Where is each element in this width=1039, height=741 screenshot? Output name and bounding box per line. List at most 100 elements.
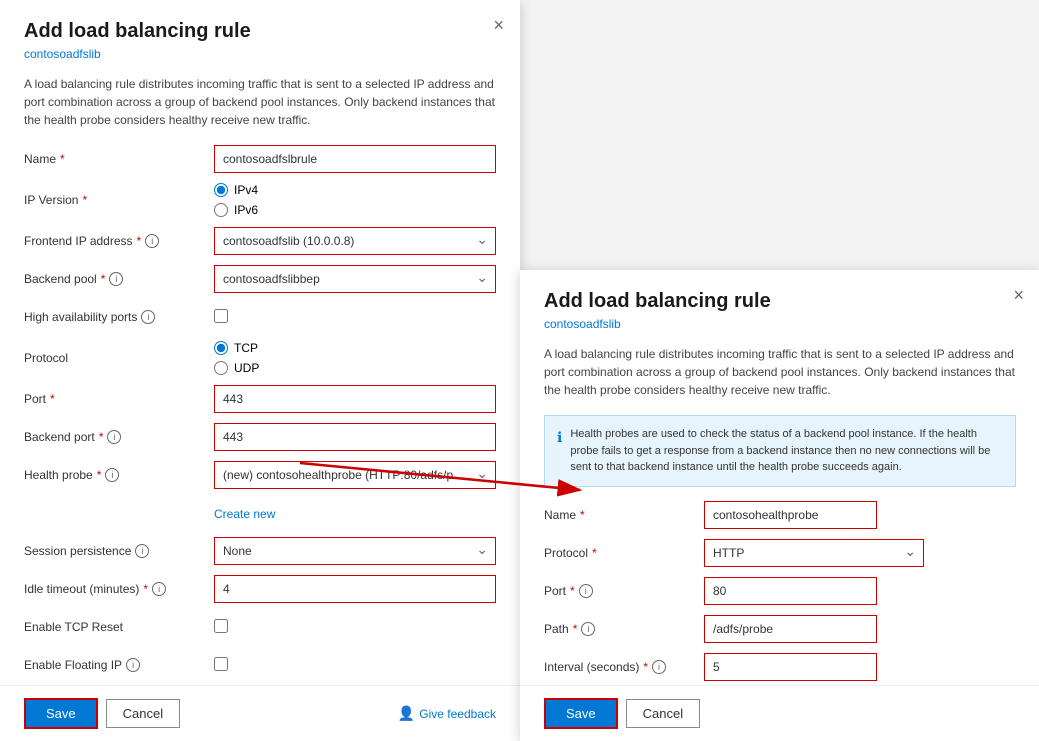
feedback-link[interactable]: 👤 Give feedback: [398, 705, 496, 722]
session-persistence-control: None: [214, 537, 496, 565]
backend-pool-select[interactable]: contosoadfslibbep: [214, 265, 496, 293]
frontend-ip-info-icon[interactable]: i: [145, 234, 159, 248]
right-interval-label: Interval (seconds) * i: [544, 660, 704, 674]
idle-timeout-info-icon[interactable]: i: [152, 582, 166, 596]
right-name-label: Name *: [544, 508, 704, 522]
backend-pool-row: Backend pool * i contosoadfslibbep: [24, 265, 496, 293]
create-new-row: Create new: [24, 499, 496, 527]
right-panel-close-button[interactable]: ×: [1013, 286, 1024, 304]
right-protocol-label: Protocol *: [544, 546, 704, 560]
health-probe-label: Health probe * i: [24, 468, 214, 482]
session-persistence-info-icon[interactable]: i: [135, 544, 149, 558]
frontend-ip-label: Frontend IP address * i: [24, 234, 214, 248]
right-path-info-icon[interactable]: i: [581, 622, 595, 636]
left-cancel-button[interactable]: Cancel: [106, 699, 180, 728]
right-panel-subtitle: contosoadfslib: [544, 317, 1016, 331]
info-box-icon: ℹ: [557, 427, 562, 476]
tcp-reset-label: Enable TCP Reset: [24, 620, 214, 634]
tcp-option[interactable]: TCP: [214, 341, 496, 355]
tcp-radio[interactable]: [214, 341, 228, 355]
ipv4-radio[interactable]: [214, 183, 228, 197]
floating-ip-row: Enable Floating IP i: [24, 651, 496, 679]
right-cancel-button[interactable]: Cancel: [626, 699, 700, 728]
right-port-label: Port * i: [544, 584, 704, 598]
ipv4-option[interactable]: IPv4: [214, 183, 496, 197]
backend-port-info-icon[interactable]: i: [107, 430, 121, 444]
health-probe-select-wrapper: (new) contosohealthprobe (HTTP:80/adfs/p…: [214, 461, 496, 489]
frontend-ip-control: contosoadfslib (10.0.0.8): [214, 227, 496, 255]
backend-port-control: [214, 423, 496, 451]
idle-timeout-input[interactable]: [214, 575, 496, 603]
ip-version-row: IP Version * IPv4 IPv6: [24, 183, 496, 217]
right-panel: × Add load balancing rule contosoadfslib…: [520, 270, 1039, 741]
create-new-button[interactable]: Create new: [214, 507, 275, 521]
right-path-control: [704, 615, 877, 643]
right-interval-input[interactable]: [704, 653, 877, 681]
tcp-reset-control: [214, 619, 496, 636]
idle-timeout-control: [214, 575, 496, 603]
high-avail-label: High availability ports i: [24, 310, 214, 324]
name-label: Name *: [24, 152, 214, 166]
floating-ip-info-icon[interactable]: i: [126, 658, 140, 672]
right-port-info-icon[interactable]: i: [579, 584, 593, 598]
high-avail-checkbox[interactable]: [214, 309, 228, 323]
tcp-label: TCP: [234, 341, 258, 355]
left-panel-title: Add load balancing rule: [24, 20, 496, 43]
tcp-reset-checkbox[interactable]: [214, 619, 228, 633]
backend-port-label: Backend port * i: [24, 430, 214, 444]
protocol-label: Protocol: [24, 351, 214, 365]
high-avail-control: [214, 309, 496, 326]
right-protocol-select-wrapper: HTTP: [704, 539, 924, 567]
left-panel: × Add load balancing rule contosoadfslib…: [0, 0, 520, 741]
health-probe-select[interactable]: (new) contosohealthprobe (HTTP:80/adfs/p…: [214, 461, 496, 489]
session-persistence-row: Session persistence i None: [24, 537, 496, 565]
name-input[interactable]: [214, 145, 496, 173]
left-save-button[interactable]: Save: [24, 698, 98, 729]
info-box: ℹ Health probes are used to check the st…: [544, 415, 1016, 487]
ipv6-label: IPv6: [234, 203, 258, 217]
left-panel-close-button[interactable]: ×: [493, 16, 504, 34]
right-name-input[interactable]: [704, 501, 877, 529]
high-avail-row: High availability ports i: [24, 303, 496, 331]
ip-version-control: IPv4 IPv6: [214, 183, 496, 217]
floating-ip-label: Enable Floating IP i: [24, 658, 214, 672]
right-path-input[interactable]: [704, 615, 877, 643]
right-protocol-control: HTTP: [704, 539, 924, 567]
protocol-row: Protocol TCP UDP: [24, 341, 496, 375]
left-panel-description: A load balancing rule distributes incomi…: [24, 75, 496, 129]
udp-option[interactable]: UDP: [214, 361, 496, 375]
session-persistence-select[interactable]: None: [214, 537, 496, 565]
right-path-label: Path * i: [544, 622, 704, 636]
frontend-ip-select-wrapper: contosoadfslib (10.0.0.8): [214, 227, 496, 255]
floating-ip-checkbox[interactable]: [214, 657, 228, 671]
port-input[interactable]: [214, 385, 496, 413]
frontend-ip-row: Frontend IP address * i contosoadfslib (…: [24, 227, 496, 255]
name-control: [214, 145, 496, 173]
ipv6-radio[interactable]: [214, 203, 228, 217]
left-panel-footer: Save Cancel 👤 Give feedback: [0, 685, 520, 741]
right-port-control: [704, 577, 877, 605]
protocol-control: TCP UDP: [214, 341, 496, 375]
info-box-text: Health probes are used to check the stat…: [570, 426, 1003, 476]
port-row: Port *: [24, 385, 496, 413]
right-interval-control: [704, 653, 877, 681]
backend-pool-info-icon[interactable]: i: [109, 272, 123, 286]
ipv4-label: IPv4: [234, 183, 258, 197]
right-interval-info-icon[interactable]: i: [652, 660, 666, 674]
backend-port-input[interactable]: [214, 423, 496, 451]
right-save-button[interactable]: Save: [544, 698, 618, 729]
feedback-icon: 👤: [398, 705, 415, 722]
right-panel-footer: Save Cancel: [520, 685, 1039, 741]
high-avail-info-icon[interactable]: i: [141, 310, 155, 324]
right-protocol-select[interactable]: HTTP: [704, 539, 924, 567]
frontend-ip-select[interactable]: contosoadfslib (10.0.0.8): [214, 227, 496, 255]
right-path-row: Path * i: [544, 615, 1016, 643]
right-panel-title: Add load balancing rule: [544, 290, 1016, 313]
ipv6-option[interactable]: IPv6: [214, 203, 496, 217]
health-probe-info-icon[interactable]: i: [105, 468, 119, 482]
right-port-input[interactable]: [704, 577, 877, 605]
udp-radio[interactable]: [214, 361, 228, 375]
idle-timeout-row: Idle timeout (minutes) * i: [24, 575, 496, 603]
right-name-control: [704, 501, 877, 529]
health-probe-row: Health probe * i (new) contosohealthprob…: [24, 461, 496, 489]
